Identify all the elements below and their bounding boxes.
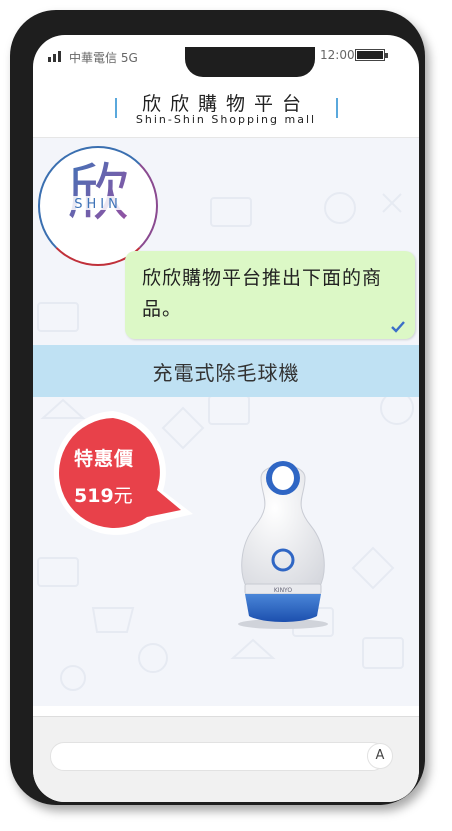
status-bar: 中華電信 5G 12:00 — [33, 35, 419, 81]
phone-frame: 中華電信 5G 12:00 欣欣購物平台 Shin-Shin Shopping … — [10, 10, 425, 805]
product-image[interactable]: KINYO — [223, 456, 343, 631]
brand-label: KINYO — [274, 587, 293, 594]
screen: 中華電信 5G 12:00 欣欣購物平台 Shin-Shin Shopping … — [33, 35, 419, 802]
input-bar: A — [33, 716, 419, 802]
message-input[interactable] — [50, 742, 386, 771]
check-icon — [391, 321, 405, 333]
input-mode-button[interactable]: A — [367, 743, 393, 769]
avatar[interactable]: 欣 SHIN — [38, 146, 158, 266]
promo-label: 特惠價 — [74, 448, 135, 470]
shin-logo-icon: 欣 SHIN — [64, 156, 132, 229]
clock: 12:00 — [320, 48, 355, 62]
message-text: 欣欣購物平台推出下面的商品。 — [142, 267, 383, 320]
page-subtitle: Shin-Shin Shopping mall — [135, 113, 317, 126]
product-name-banner[interactable]: 充電式除毛球機 — [33, 345, 419, 397]
logo-text: 欣 — [67, 156, 129, 229]
app-header: 欣欣購物平台 Shin-Shin Shopping mall — [33, 81, 419, 138]
price-currency: 元 — [113, 485, 133, 507]
price-value: 519 — [74, 485, 114, 507]
price-tag-shape — [53, 411, 193, 535]
battery-icon — [355, 49, 388, 61]
product-name: 充電式除毛球機 — [152, 360, 300, 385]
chat-area[interactable]: 欣 SHIN 欣欣購物平台推出下面的商品。 充電式除毛球機 特惠價 519元 K… — [33, 138, 419, 706]
signal-icon — [48, 51, 61, 62]
message-bubble[interactable]: 欣欣購物平台推出下面的商品。 — [125, 251, 415, 339]
page-title: 欣欣購物平台 — [141, 93, 310, 115]
price-text: 519元 — [74, 481, 133, 508]
logo-sub: SHIN — [74, 197, 122, 212]
carrier-label: 中華電信 5G — [69, 51, 138, 65]
header-divider-right — [336, 98, 338, 118]
